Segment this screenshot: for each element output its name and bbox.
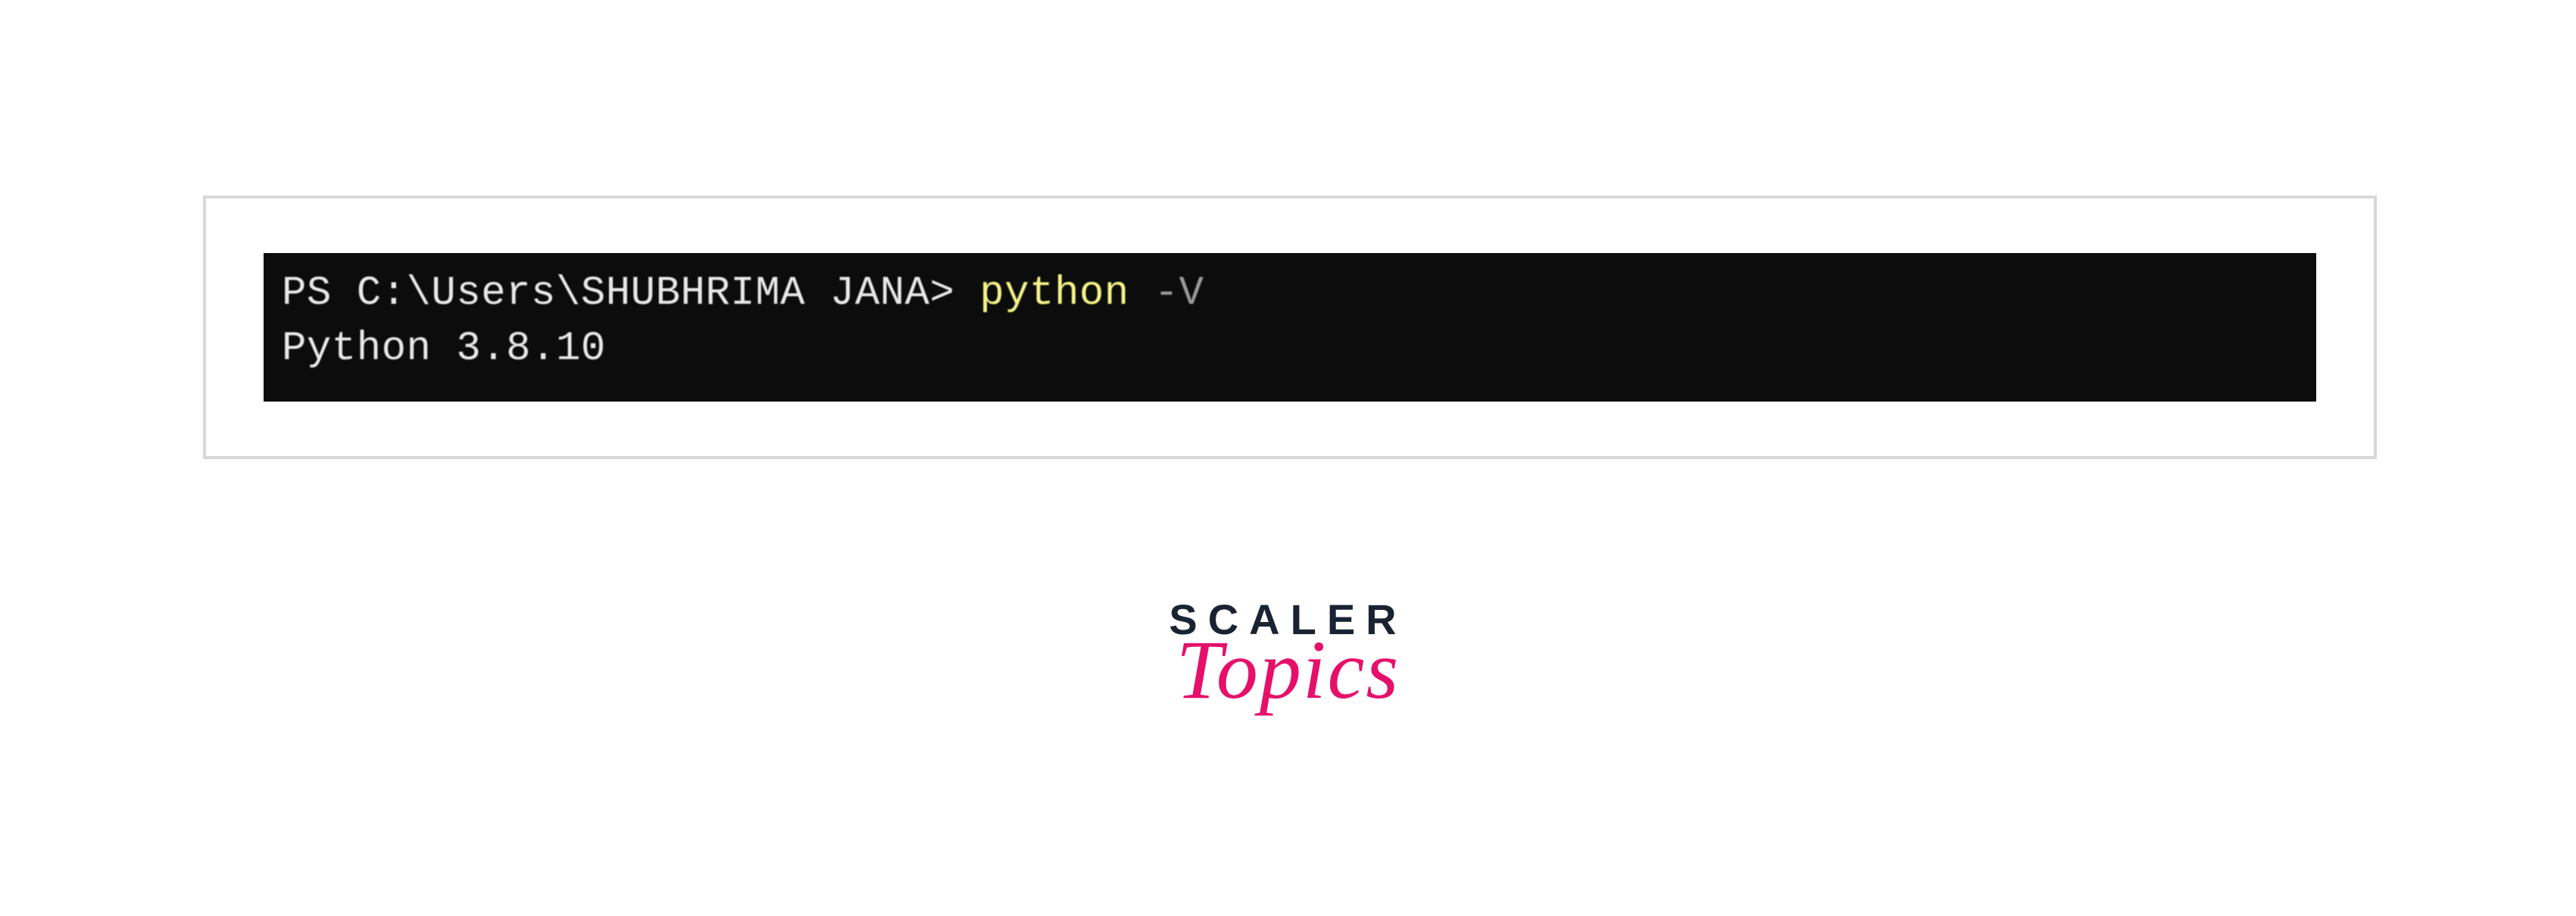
terminal-window[interactable]: PS C:\Users\SHUBHRIMA JANA> python -V Py… [264,253,2316,402]
prompt: PS C:\Users\SHUBHRIMA JANA> [282,270,979,317]
command: python [979,270,1129,317]
terminal-output: Python 3.8.10 [282,322,2298,377]
scaler-topics-logo: SCALER Topics [1169,599,1407,706]
command-flag: -V [1129,270,1204,317]
logo-text-topics: Topics [1169,635,1407,706]
terminal-frame: PS C:\Users\SHUBHRIMA JANA> python -V Py… [203,195,2377,459]
terminal-command-line: PS C:\Users\SHUBHRIMA JANA> python -V [282,267,2298,322]
